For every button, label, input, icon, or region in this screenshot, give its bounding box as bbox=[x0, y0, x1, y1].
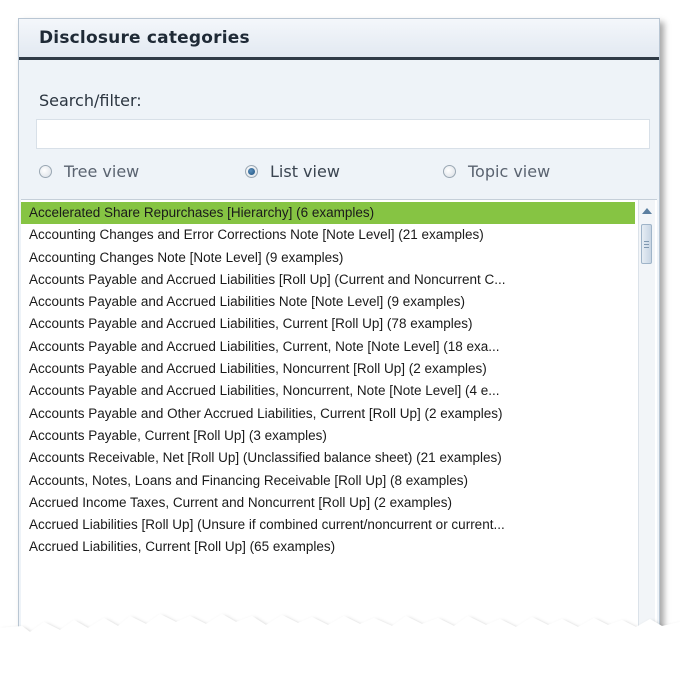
tree-view-label: Tree view bbox=[64, 161, 140, 181]
torn-paper-edge bbox=[0, 614, 680, 675]
radio-unchecked-icon bbox=[39, 164, 52, 178]
list-item[interactable]: Accrued Liabilities, Current [Roll Up] (… bbox=[21, 536, 635, 558]
list-item[interactable]: Accounts Payable, Current [Roll Up] (3 e… bbox=[21, 425, 635, 447]
list-view-label: List view bbox=[270, 161, 340, 181]
list-item[interactable]: Accounts Payable and Accrued Liabilities… bbox=[21, 269, 635, 291]
list-view-radio[interactable]: List view bbox=[245, 162, 443, 181]
list-item[interactable]: Accounting Changes and Error Corrections… bbox=[21, 224, 635, 246]
list-item[interactable]: Accounts Payable and Accrued Liabilities… bbox=[21, 291, 635, 313]
search-filter-label: Search/filter: bbox=[39, 91, 142, 110]
list-item[interactable]: Accounts Payable and Accrued Liabilities… bbox=[21, 380, 635, 402]
disclosure-categories-panel: Disclosure categories Search/filter: Tre… bbox=[18, 18, 660, 656]
view-mode-options: Tree view List view Topic view bbox=[39, 157, 550, 185]
list-item[interactable]: Accounts Payable and Other Accrued Liabi… bbox=[21, 403, 635, 425]
list-item[interactable]: Accounts Payable and Accrued Liabilities… bbox=[21, 358, 635, 380]
radio-checked-icon bbox=[245, 164, 258, 178]
list-item[interactable]: Accounts Payable and Accrued Liabilities… bbox=[21, 313, 635, 335]
topic-view-label: Topic view bbox=[468, 161, 551, 181]
list-item[interactable]: Accrued Liabilities [Roll Up] (Unsure if… bbox=[21, 514, 635, 536]
list-item[interactable]: Accounts, Notes, Loans and Financing Rec… bbox=[21, 470, 635, 492]
panel-title: Disclosure categories bbox=[39, 28, 250, 48]
tree-view-radio[interactable]: Tree view bbox=[39, 162, 245, 181]
list-item[interactable]: Accounting Changes Note [Note Level] (9 … bbox=[21, 247, 635, 269]
panel-header: Disclosure categories bbox=[19, 19, 659, 60]
list-item[interactable]: Accounts Payable and Accrued Liabilities… bbox=[21, 336, 635, 358]
radio-unchecked-icon bbox=[443, 164, 456, 178]
list-item[interactable]: Accelerated Share Repurchases [Hierarchy… bbox=[21, 202, 635, 225]
search-filter-input[interactable] bbox=[36, 119, 650, 149]
list-item[interactable]: Accrued Income Taxes, Current and Noncur… bbox=[21, 492, 635, 514]
list-item[interactable]: Accounts Receivable, Net [Roll Up] (Uncl… bbox=[21, 447, 635, 469]
scroll-up-arrow-icon[interactable] bbox=[642, 208, 652, 214]
topic-view-radio[interactable]: Topic view bbox=[443, 162, 550, 181]
category-list-items: Accelerated Share Repurchases [Hierarchy… bbox=[21, 202, 635, 559]
scroll-thumb[interactable] bbox=[641, 224, 652, 264]
